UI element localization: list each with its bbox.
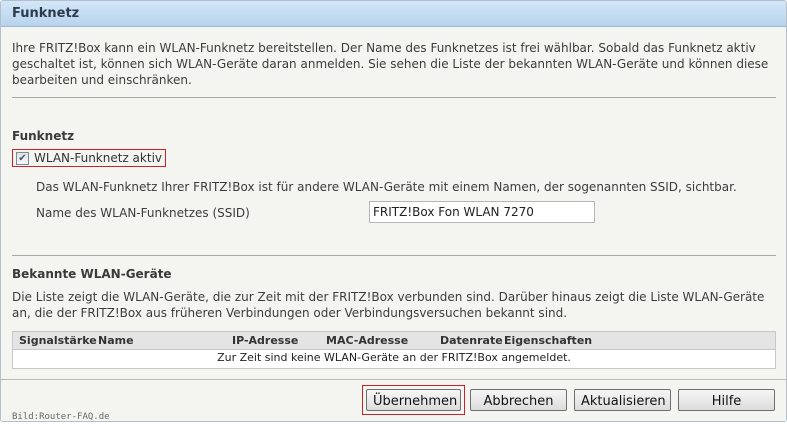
title-bar: Funknetz xyxy=(1,1,786,27)
intro-text: Ihre FRITZ!Box kann ein WLAN-Funknetz be… xyxy=(12,41,769,87)
apply-button[interactable]: Übernehmen xyxy=(366,389,461,411)
table-header: Signalstärke Name IP-Adresse MAC-Adresse… xyxy=(13,332,775,350)
column-header-datarate[interactable]: Datenrate xyxy=(440,334,503,347)
column-header-mac[interactable]: MAC-Adresse xyxy=(326,334,408,347)
ssid-input[interactable]: FRITZ!Box Fon WLAN 7270 xyxy=(369,201,595,223)
wlan-active-checkbox-highlight[interactable]: ✔ WLAN-Funknetz aktiv xyxy=(12,149,166,167)
cancel-button[interactable]: Abbrechen xyxy=(470,389,567,411)
wlan-active-label[interactable]: WLAN-Funknetz aktiv xyxy=(34,151,162,165)
button-bar: Übernehmen Abbrechen Aktualisieren Hilfe xyxy=(1,379,786,421)
divider xyxy=(12,255,776,256)
column-header-ip[interactable]: IP-Adresse xyxy=(232,334,298,347)
divider xyxy=(12,97,776,98)
ssid-label: Name des WLAN-Funknetzes (SSID) xyxy=(36,206,250,220)
funknetz-panel: Funknetz Ihre FRITZ!Box kann ein WLAN-Fu… xyxy=(0,0,787,422)
refresh-button[interactable]: Aktualisieren xyxy=(574,389,671,411)
devices-table: Signalstärke Name IP-Adresse MAC-Adresse… xyxy=(12,331,776,369)
wlan-active-checkbox[interactable]: ✔ xyxy=(16,152,29,165)
help-button[interactable]: Hilfe xyxy=(678,389,775,411)
table-empty-row: Zur Zeit sind keine WLAN-Geräte an der F… xyxy=(217,351,571,364)
column-header-properties[interactable]: Eigenschaften xyxy=(504,334,592,347)
page-title: Funknetz xyxy=(12,6,80,21)
ssid-description: Das WLAN-Funknetz Ihrer FRITZ!Box ist fü… xyxy=(36,180,737,194)
devices-heading: Bekannte WLAN-Geräte xyxy=(12,267,172,281)
funknetz-heading: Funknetz xyxy=(12,129,75,143)
column-header-signal[interactable]: Signalstärke xyxy=(19,334,97,347)
image-credit: Bild:Router-FAQ.de xyxy=(12,412,110,422)
devices-description: Die Liste zeigt die WLAN-Geräte, die zur… xyxy=(12,290,765,320)
column-header-name[interactable]: Name xyxy=(98,334,134,347)
